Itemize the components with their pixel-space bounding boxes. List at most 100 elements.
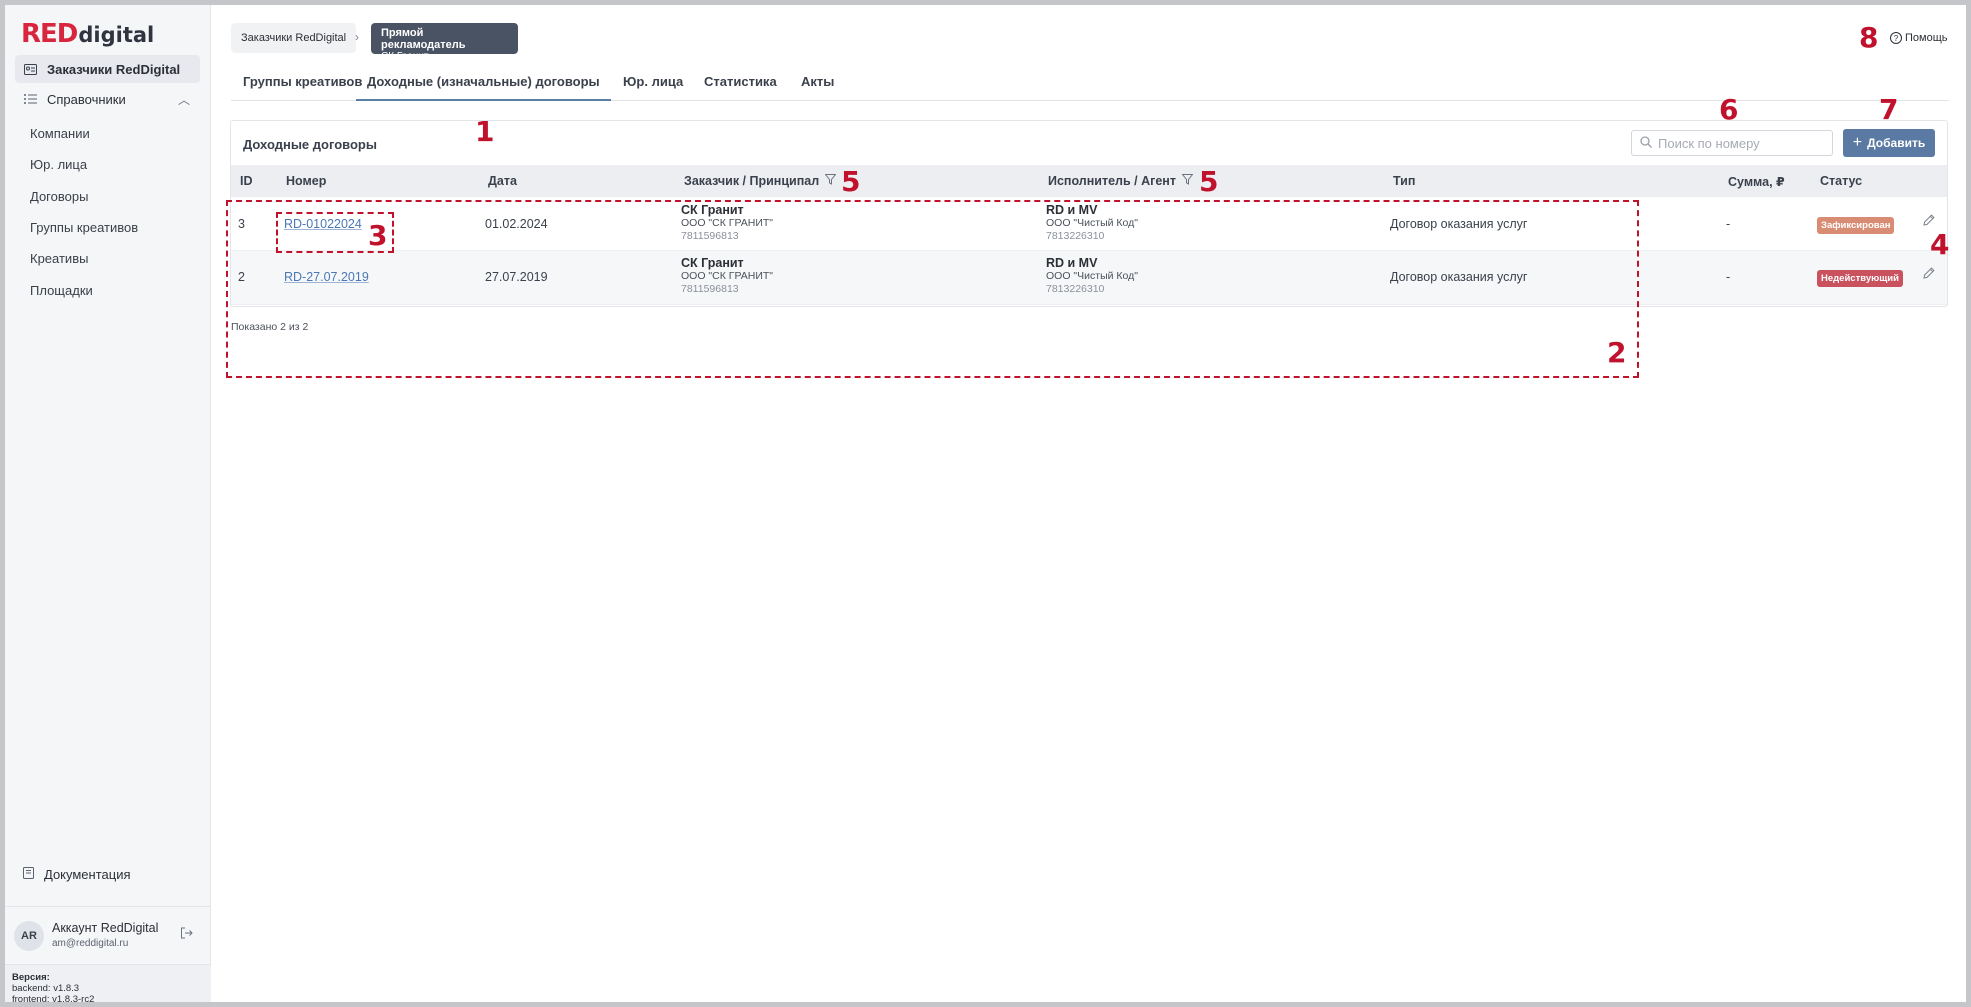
annotation-number-4: 4: [1930, 228, 1950, 261]
account-name: Аккаунт RedDigital: [52, 920, 159, 935]
annotation-number-6: 6: [1719, 93, 1739, 126]
chevron-right-icon: ›: [355, 30, 359, 44]
account-email: am@reddigital.ru: [52, 937, 129, 949]
tab-income-contracts[interactable]: Доходные (изначальные) договоры: [356, 74, 611, 101]
sidebar-item-label: Справочники: [47, 91, 126, 107]
cell-sum: -: [1726, 270, 1731, 284]
cell-date: 27.07.2019: [485, 270, 548, 284]
contract-number-link[interactable]: RD-27.07.2019: [284, 270, 369, 284]
column-header-agent-label: Исполнитель / Агент: [1048, 174, 1176, 188]
cell-customer: СК Гранит ООО "СК ГРАНИТ" 7811596813: [681, 203, 773, 243]
sidebar-item-label: Заказчики RedDigital: [47, 61, 181, 77]
column-header-number: Номер: [286, 174, 327, 188]
add-button-label: Добавить: [1867, 136, 1926, 150]
book-icon: [23, 867, 34, 882]
breadcrumb-current: Прямой рекламодатель СК Гранит: [371, 23, 518, 62]
customer-org: ООО "СК ГРАНИТ": [681, 270, 774, 282]
help-label: Помощь: [1905, 32, 1948, 44]
filter-icon[interactable]: [1181, 174, 1194, 188]
table-row[interactable]: 2 RD-27.07.2019 27.07.2019 СК Гранит ООО…: [231, 251, 1947, 305]
customer-inn: 7811596813: [681, 283, 739, 295]
contract-number-link[interactable]: RD-01022024: [284, 217, 362, 231]
cell-customer: СК Гранит ООО "СК ГРАНИТ" 7811596813: [681, 256, 773, 296]
search-field[interactable]: [1631, 130, 1833, 156]
column-header-type: Тип: [1393, 174, 1416, 188]
sidebar-subitem-platforms[interactable]: Площадки: [30, 283, 93, 298]
sidebar-item-customers[interactable]: Заказчики RedDigital: [15, 55, 200, 83]
agent-inn: 7813226310: [1046, 230, 1105, 242]
cell-type: Договор оказания услуг: [1390, 270, 1528, 284]
annotation-number-1: 1: [475, 115, 495, 148]
column-header-date: Дата: [488, 174, 517, 188]
contracts-card: Доходные договоры + Добавить ID Номер Да…: [230, 120, 1948, 333]
edit-icon[interactable]: [1923, 267, 1935, 282]
breadcrumb-customers[interactable]: Заказчики RedDigital: [231, 23, 357, 53]
tabs-bar: Группы креативов Доходные (изначальные) …: [231, 66, 1949, 101]
annotation-number-5a: 5: [841, 165, 861, 198]
sidebar-subitem-creative-groups[interactable]: Группы креативов: [30, 220, 138, 235]
search-input[interactable]: [1658, 135, 1828, 151]
sidebar-item-references[interactable]: Справочники ︿: [15, 85, 200, 113]
cell-agent: RD и MV ООО "Чистый Код" 7813226310: [1046, 203, 1138, 243]
documentation-label: Документация: [44, 867, 131, 882]
sidebar-subitem-companies[interactable]: Компании: [30, 126, 90, 141]
cell-id: 3: [238, 217, 245, 231]
sidebar-item-documentation[interactable]: Документация: [23, 867, 131, 882]
agent-name: RD и MV: [1046, 203, 1098, 217]
backend-version: backend: v1.8.3: [12, 983, 80, 994]
customer-inn: 7811596813: [681, 230, 739, 242]
cell-sum: -: [1726, 217, 1731, 231]
tab-statistics[interactable]: Статистика: [704, 74, 777, 101]
cell-type: Договор оказания услуг: [1390, 217, 1528, 231]
sidebar-subitem-contracts[interactable]: Договоры: [30, 189, 88, 204]
version-info: Версия: backend: v1.8.3 frontend: v1.8.3…: [5, 964, 211, 1005]
frontend-version: frontend: v1.8.3-rc2: [12, 994, 95, 1005]
id-card-icon: [23, 62, 37, 76]
avatar[interactable]: AR: [14, 920, 44, 951]
reddigital-logo[interactable]: RED digital: [21, 19, 154, 49]
table-header: ID Номер Дата Заказчик / Принципал Испол…: [231, 165, 1947, 197]
table-row[interactable]: 3 RD-01022024 01.02.2024 СК Гранит ООО "…: [231, 197, 1947, 251]
tab-legal-entities[interactable]: Юр. лица: [623, 74, 683, 101]
annotation-number-5b: 5: [1199, 165, 1219, 198]
agent-name: RD и MV: [1046, 256, 1098, 270]
annotation-number-8: 8: [1859, 21, 1879, 54]
annotation-number-3: 3: [368, 219, 388, 252]
list-icon: [23, 92, 37, 106]
question-icon: ?: [1890, 32, 1902, 44]
agent-org: ООО "Чистый Код": [1046, 217, 1138, 229]
tab-creative-groups[interactable]: Группы креативов: [243, 74, 362, 101]
edit-icon[interactable]: [1923, 214, 1935, 229]
column-header-status: Статус: [1820, 174, 1863, 188]
filter-icon[interactable]: [824, 174, 837, 188]
customer-name: СК Гранит: [681, 203, 744, 217]
column-header-agent: Исполнитель / Агент: [1048, 174, 1194, 188]
column-header-customer: Заказчик / Принципал: [684, 174, 837, 188]
agent-org: ООО "Чистый Код": [1046, 270, 1138, 282]
logout-icon[interactable]: [180, 927, 193, 942]
chevron-up-icon[interactable]: ︿: [178, 91, 190, 108]
search-icon: [1640, 135, 1652, 151]
version-label: Версия:: [12, 972, 50, 983]
plus-icon: +: [1852, 134, 1863, 151]
account-panel: AR Аккаунт RedDigital am@reddigital.ru: [5, 906, 211, 964]
sidebar-subitem-legal-entities[interactable]: Юр. лица: [30, 157, 87, 172]
annotation-number-2: 2: [1607, 336, 1627, 369]
status-badge: Зафиксирован: [1817, 217, 1895, 234]
breadcrumb-current-title: Прямой рекламодатель: [381, 27, 466, 51]
add-button[interactable]: + Добавить: [1843, 129, 1935, 157]
customer-org: ООО "СК ГРАНИТ": [681, 217, 774, 229]
column-header-sum: Сумма, ₽: [1728, 175, 1785, 189]
rows-count-text: Показано 2 из 2: [231, 321, 309, 333]
cell-date: 01.02.2024: [485, 217, 548, 231]
tab-acts[interactable]: Акты: [801, 74, 834, 101]
status-badge: Недействующий: [1817, 270, 1903, 287]
customer-name: СК Гранит: [681, 256, 744, 270]
cell-agent: RD и MV ООО "Чистый Код" 7813226310: [1046, 256, 1138, 296]
cell-id: 2: [238, 270, 245, 284]
sidebar-subitem-creatives[interactable]: Креативы: [30, 251, 88, 266]
sidebar: RED digital Заказчики RedDigital Справоч…: [5, 5, 211, 1005]
card-title: Доходные договоры: [243, 137, 377, 152]
help-link[interactable]: ? Помощь: [1890, 32, 1948, 44]
breadcrumb-current-subtitle: СК Гранит: [381, 51, 429, 62]
